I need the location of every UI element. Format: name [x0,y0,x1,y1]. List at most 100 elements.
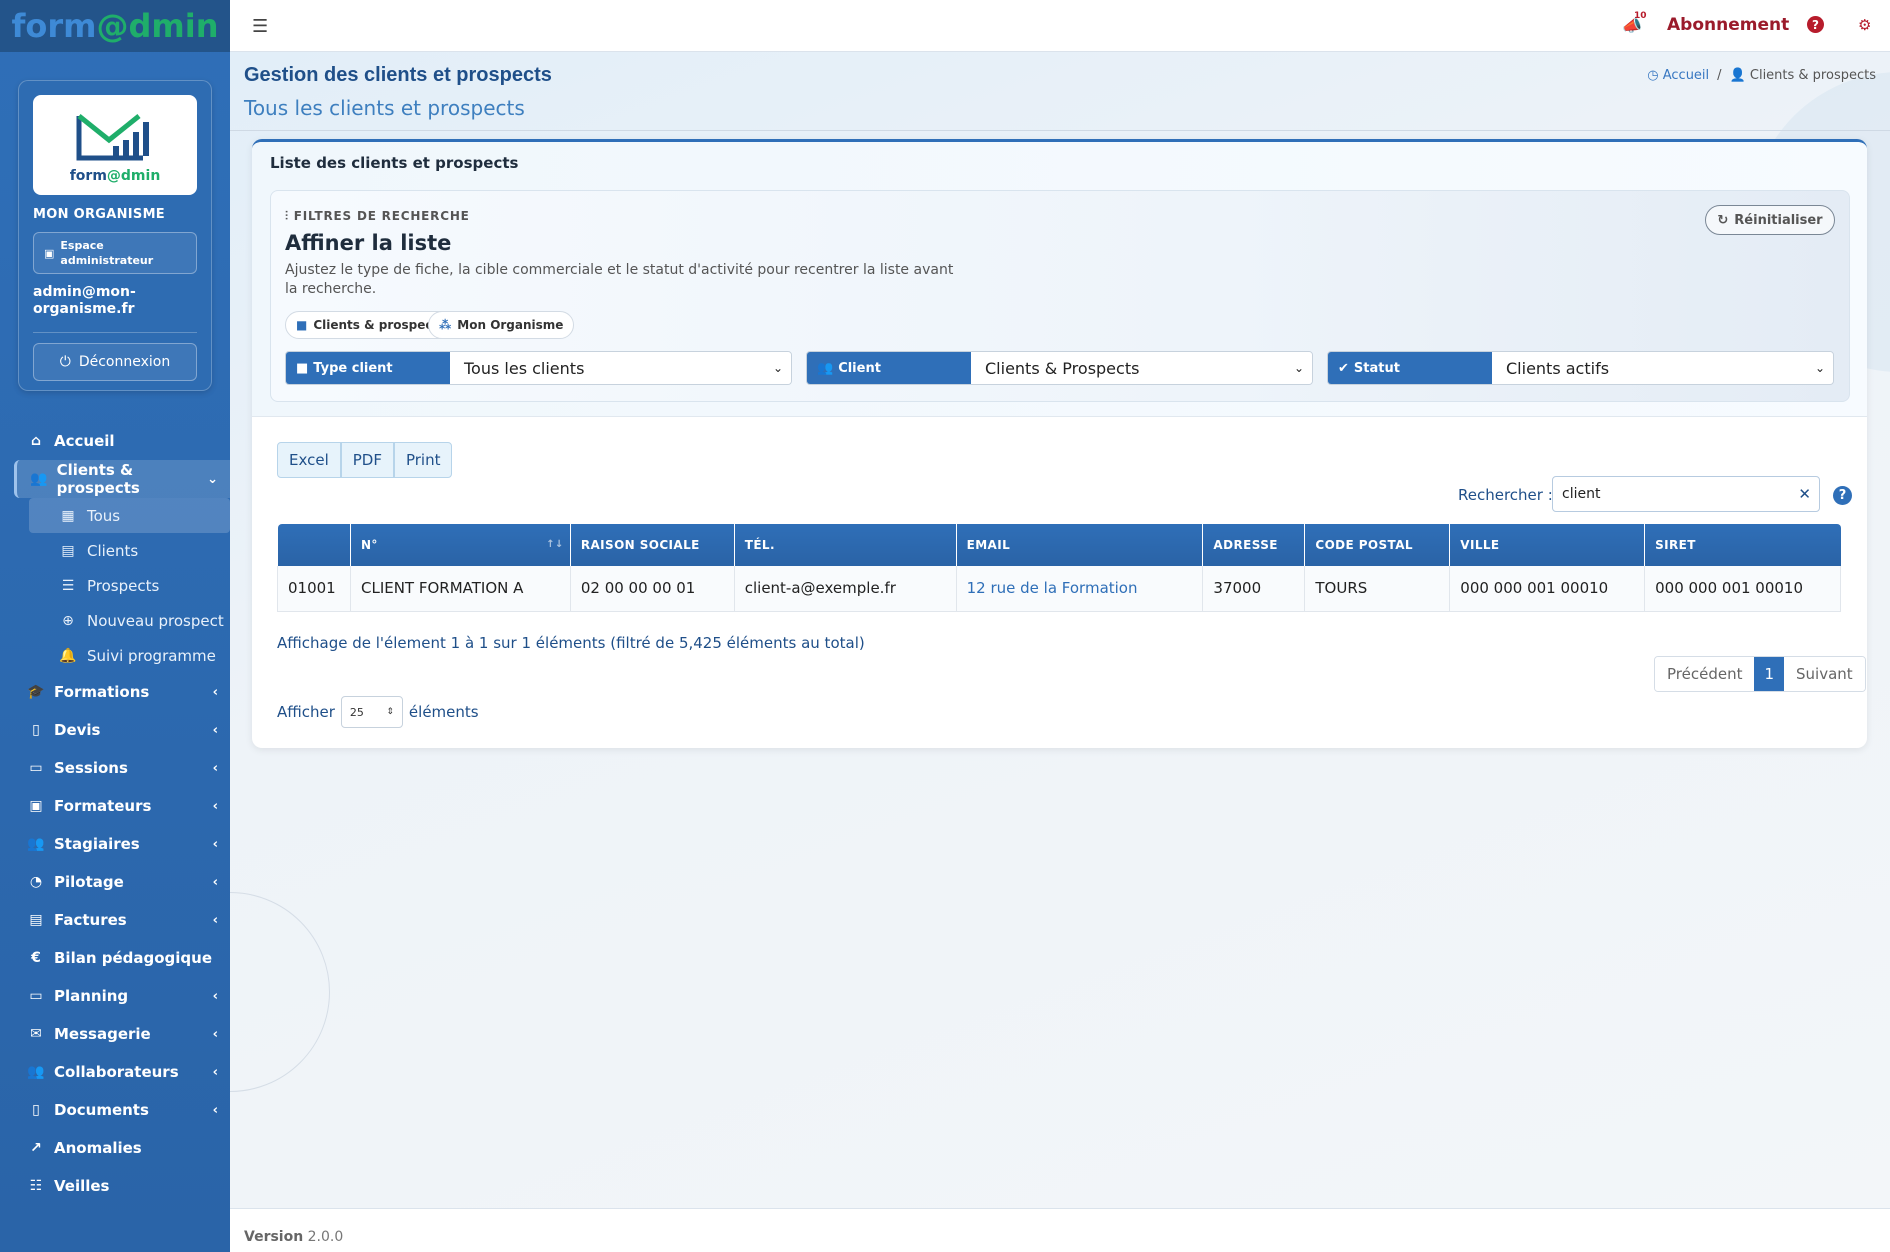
cell-siret-2: 000 000 001 00010 [1644,566,1841,612]
sidebar-item-clients-prospects[interactable]: 👥 Clients & prospects ⌄ [14,460,230,498]
filters-description: Ajustez le type de fiche, la cible comme… [285,262,954,297]
cell-siret: 000 000 001 00010 [1449,566,1646,612]
sidebar-item-formateurs[interactable]: ▣ Formateurs ‹ [14,787,230,825]
sidebar-item-planning[interactable]: ▭ Planning ‹ [14,977,230,1015]
table-header-row: N° ↑↓ RAISON SOCIALE TÉL. EMAIL ADRESSE C… [277,524,1841,566]
user-cog-icon[interactable]: ⚙ [1858,16,1871,34]
sidebar-item-pilotage[interactable]: ◔ Pilotage ‹ [14,863,230,901]
sliders-icon: ☷ [29,1178,43,1194]
users-icon: 👥 [27,1064,45,1080]
cell-code: 01001 [277,566,351,612]
col-header-adresse[interactable]: ADRESSE [1202,524,1306,566]
table-row[interactable]: 01001 CLIENT FORMATION A 02 00 00 00 01 … [277,566,1841,612]
footer: Version 2.0.0 [230,1208,1890,1252]
menu-toggle-icon[interactable]: ☰ [252,16,268,37]
user-square-icon: ▣ [29,798,43,814]
gauge-icon: ◔ [29,874,43,890]
chevron-down-icon: ⌄ [207,471,218,487]
page-length-select[interactable]: 25 ⇕ [340,696,403,728]
sidebar-item-anomalies[interactable]: ↗ Anomalies [14,1129,230,1167]
page-title: Gestion des clients et prospects [244,64,552,86]
statut-select[interactable]: Clients actifs ⌄ [1492,352,1833,384]
export-excel-button[interactable]: Excel [277,442,341,478]
search-label: Rechercher : [1458,486,1553,504]
filters-label: ⫶ FILTRES DE RECHERCHE [285,209,470,223]
sidebar-subitem-prospects[interactable]: ☰ Prospects [29,568,230,603]
envelope-icon: ✉ [30,1026,42,1042]
page-subtitle: Tous les clients et prospects [244,96,525,120]
col-header-email[interactable]: EMAIL [956,524,1204,566]
cell-address-link[interactable]: 12 rue de la Formation [956,566,1204,612]
logo-chart-icon [76,114,149,161]
search-help-icon[interactable]: ? [1833,486,1852,505]
sitemap-icon: ⁂ [439,318,452,332]
sidebar-subitem-clients[interactable]: ▤ Clients [29,533,230,568]
client-select[interactable]: Clients & Prospects ⌄ [971,352,1312,384]
sidebar-item-collaborateurs[interactable]: 👥 Collaborateurs ‹ [14,1053,230,1091]
profile-divider [33,332,197,333]
chevron-left-icon: ‹ [212,1064,218,1080]
print-button[interactable]: Print [393,442,453,478]
sidebar-item-sessions[interactable]: ▭ Sessions ‹ [14,749,230,787]
reset-filters-button[interactable]: ↻ Réinitialiser [1705,205,1835,235]
logout-button[interactable]: ⏻ Déconnexion [33,343,197,381]
col-header-ville[interactable]: VILLE [1449,524,1646,566]
pagination: Précédent 1 Suivant [1654,656,1866,692]
notifications-button[interactable]: 📣 10 [1622,11,1647,35]
statut-label: ✔ Statut [1328,352,1492,384]
help-icon[interactable]: ? [1807,16,1824,33]
sidebar-item-formations[interactable]: 🎓 Formations ‹ [14,673,230,711]
sidebar-item-accueil[interactable]: ⌂ Accueil [14,422,230,460]
col-header-tel[interactable]: TÉL. [734,524,957,566]
sidebar-item-messagerie[interactable]: ✉ Messagerie ‹ [14,1015,230,1053]
sidebar-item-documents[interactable]: ▯ Documents ‹ [14,1091,230,1129]
users-icon: 👥 [27,836,45,852]
version-text: Version 2.0.0 [244,1229,344,1245]
scope-pill-organisation: ⁂ Mon Organisme [428,311,575,339]
chevron-left-icon: ‹ [212,1026,218,1042]
table-info-text: Affichage de l'élement 1 à 1 sur 1 éléme… [277,634,865,652]
admin-space-label: Espace administrateur [60,239,154,267]
clients-table: N° ↑↓ RAISON SOCIALE TÉL. EMAIL ADRESSE C… [277,524,1841,612]
cell-phone: 02 00 00 00 01 [570,566,735,612]
organisation-logo: form@dmin [33,95,197,195]
pagination-prev-button[interactable]: Précédent [1655,657,1755,691]
pagination-page-1[interactable]: 1 [1754,657,1785,691]
admin-space-badge[interactable]: ▣ Espace administrateur [33,232,197,274]
logout-label: Déconnexion [78,354,171,370]
col-header-siret[interactable]: SIRET [1644,524,1841,566]
card-title: Liste des clients et prospects [270,154,519,172]
chevron-updown-icon: ⇕ [386,707,394,717]
user-icon: 👤 [1729,68,1750,83]
abonnement-link[interactable]: Abonnement [1667,15,1789,35]
col-header-raison-sociale[interactable]: RAISON SOCIALE [570,524,735,566]
sidebar-item-bilan-pedagogique[interactable]: € Bilan pédagogique [14,939,230,977]
sidebar-item-devis[interactable]: ▯ Devis ‹ [14,711,230,749]
col-header-code-postal[interactable]: CODE POSTAL [1304,524,1451,566]
home-icon: ⌂ [30,433,42,449]
export-pdf-button[interactable]: PDF [340,442,394,478]
sidebar-subitem-suivi-programme[interactable]: 🔔 Suivi programme [29,638,230,673]
type-client-select[interactable]: Tous les clients ⌄ [450,352,791,384]
sidebar-subitem-nouveau-prospect[interactable]: ⊕ Nouveau prospect [29,603,230,638]
filters-title: Affiner la liste [285,231,452,255]
client-select-group: 👥 Client Clients & Prospects ⌄ [806,351,1313,385]
statut-select-group: ✔ Statut Clients actifs ⌄ [1327,351,1834,385]
sidebar-item-factures[interactable]: ▤ Factures ‹ [14,901,230,939]
breadcrumb-current: 👤 Clients & prospects [1729,68,1876,83]
sidebar-subitem-tous[interactable]: ▦ Tous [29,498,230,533]
search-input[interactable]: client ✕ [1552,476,1820,512]
col-header-numero[interactable]: N° ↑↓ [350,524,571,566]
sidebar-item-stagiaires[interactable]: 👥 Stagiaires ‹ [14,825,230,863]
invoice-icon: ▤ [29,912,43,928]
chevron-left-icon: ‹ [212,874,218,890]
col-header-select[interactable] [277,524,351,566]
pagination-next-button[interactable]: Suivant [1784,657,1865,691]
breadcrumb-separator: / [1717,68,1722,83]
sidebar-item-veilles[interactable]: ☷ Veilles [14,1167,230,1205]
clear-search-icon[interactable]: ✕ [1798,485,1811,503]
breadcrumb-home-link[interactable]: ◷ Accueil [1647,68,1709,83]
header-divider [230,130,1890,131]
chevron-left-icon: ‹ [212,912,218,928]
brand-logo[interactable]: form@dmin [0,0,230,52]
